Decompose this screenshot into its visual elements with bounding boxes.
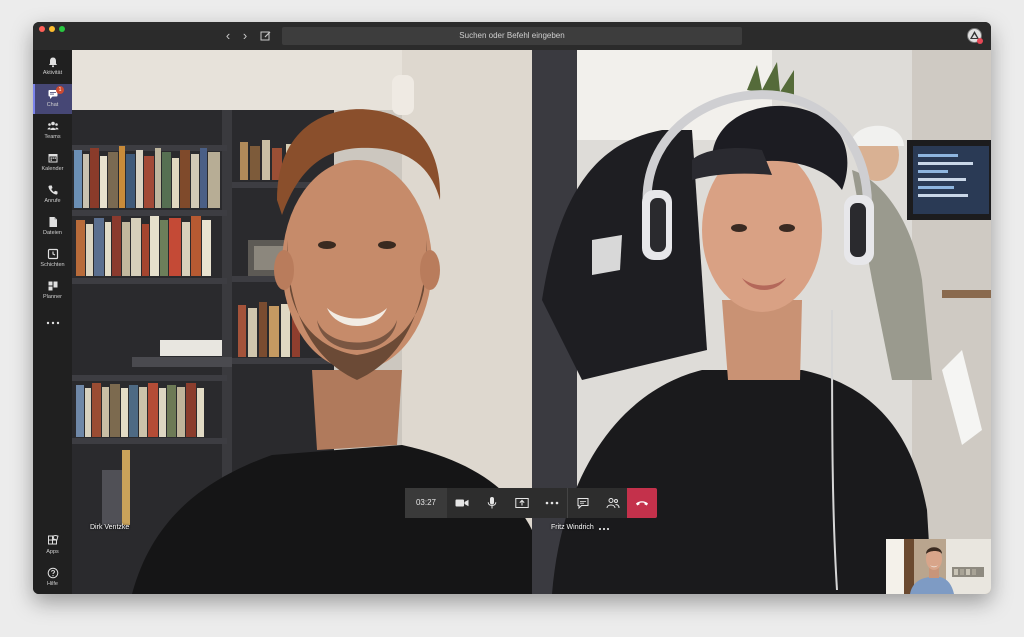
rail-item-label: Kalender [41,166,64,172]
help-icon [47,567,58,579]
rail-item-apps[interactable]: Apps [33,531,72,561]
rail-item-activity[interactable]: Aktivität [33,52,72,82]
show-conversation-button[interactable] [568,488,598,518]
rail-item-label: Planner [43,294,62,300]
call-timer: 03:27 [405,488,447,518]
microphone-icon [487,497,497,509]
share-screen-button[interactable] [507,488,537,518]
ellipsis-icon [46,321,59,325]
hang-up-icon [636,501,648,506]
clock-icon [47,248,58,260]
rail-item-calls[interactable]: Anrufe [33,180,72,210]
close-window-button[interactable] [39,26,45,32]
call-controls-bar: 03:27 [405,488,657,518]
apps-icon [47,535,59,545]
teams-window: ‹ › Suchen oder Befehl eingeben Aktivitä… [33,22,991,594]
rail-item-label: Hilfe [46,581,58,587]
chat-badge: 1 [56,86,64,94]
calendar-icon [48,154,57,163]
minimize-window-button[interactable] [49,26,55,32]
title-bar: ‹ › Suchen oder Befehl eingeben [33,22,991,50]
more-icon [545,501,559,505]
rail-item-label: Schichten [40,262,65,268]
self-view-video[interactable] [886,539,991,594]
show-participants-button[interactable] [598,488,628,518]
maximize-window-button[interactable] [59,26,65,32]
app-rail: Aktivität 1 Chat Teams Kalender Anrufe D… [33,50,72,594]
phone-icon [47,185,57,195]
rail-item-chat[interactable]: 1 Chat [33,84,72,114]
participant-name-label: Dirk Ventzke [90,524,130,531]
file-icon [49,217,57,227]
more-actions-button[interactable] [537,488,567,518]
rail-item-calendar[interactable]: Kalender [33,148,72,178]
rail-item-teams[interactable]: Teams [33,116,72,146]
bell-icon [48,57,57,68]
camera-icon [455,499,469,507]
hang-up-button[interactable] [627,488,657,518]
camera-toggle-button[interactable] [447,488,477,518]
chat-icon [577,498,589,509]
planner-icon [48,281,57,291]
search-input[interactable]: Suchen oder Befehl eingeben [282,27,742,45]
rail-item-label: Teams [44,134,61,140]
user-avatar[interactable] [967,28,983,44]
rail-item-label: Chat [46,102,59,108]
teams-icon [47,121,58,130]
rail-item-files[interactable]: Dateien [33,212,72,242]
rail-item-label: Apps [46,549,59,555]
rail-item-label: Anrufe [44,198,61,204]
status-dot [977,38,983,44]
self-view-scene [886,539,991,594]
share-screen-icon [515,498,529,508]
rail-more-button[interactable] [33,312,72,328]
participant-name-label: Fritz Windrich [551,524,594,531]
participant-more-icon[interactable] [598,527,610,531]
rail-item-label: Aktivität [42,70,63,76]
compose-icon[interactable] [260,30,272,42]
rail-item-label: Dateien [43,230,62,236]
participants-icon [606,498,620,509]
rail-item-shifts[interactable]: Schichten [33,244,72,274]
chevron-right-icon[interactable]: › [238,29,252,43]
rail-item-planner[interactable]: Planner [33,276,72,306]
chevron-left-icon[interactable]: ‹ [221,29,235,43]
rail-item-help[interactable]: Hilfe [33,563,72,593]
microphone-toggle-button[interactable] [477,488,507,518]
